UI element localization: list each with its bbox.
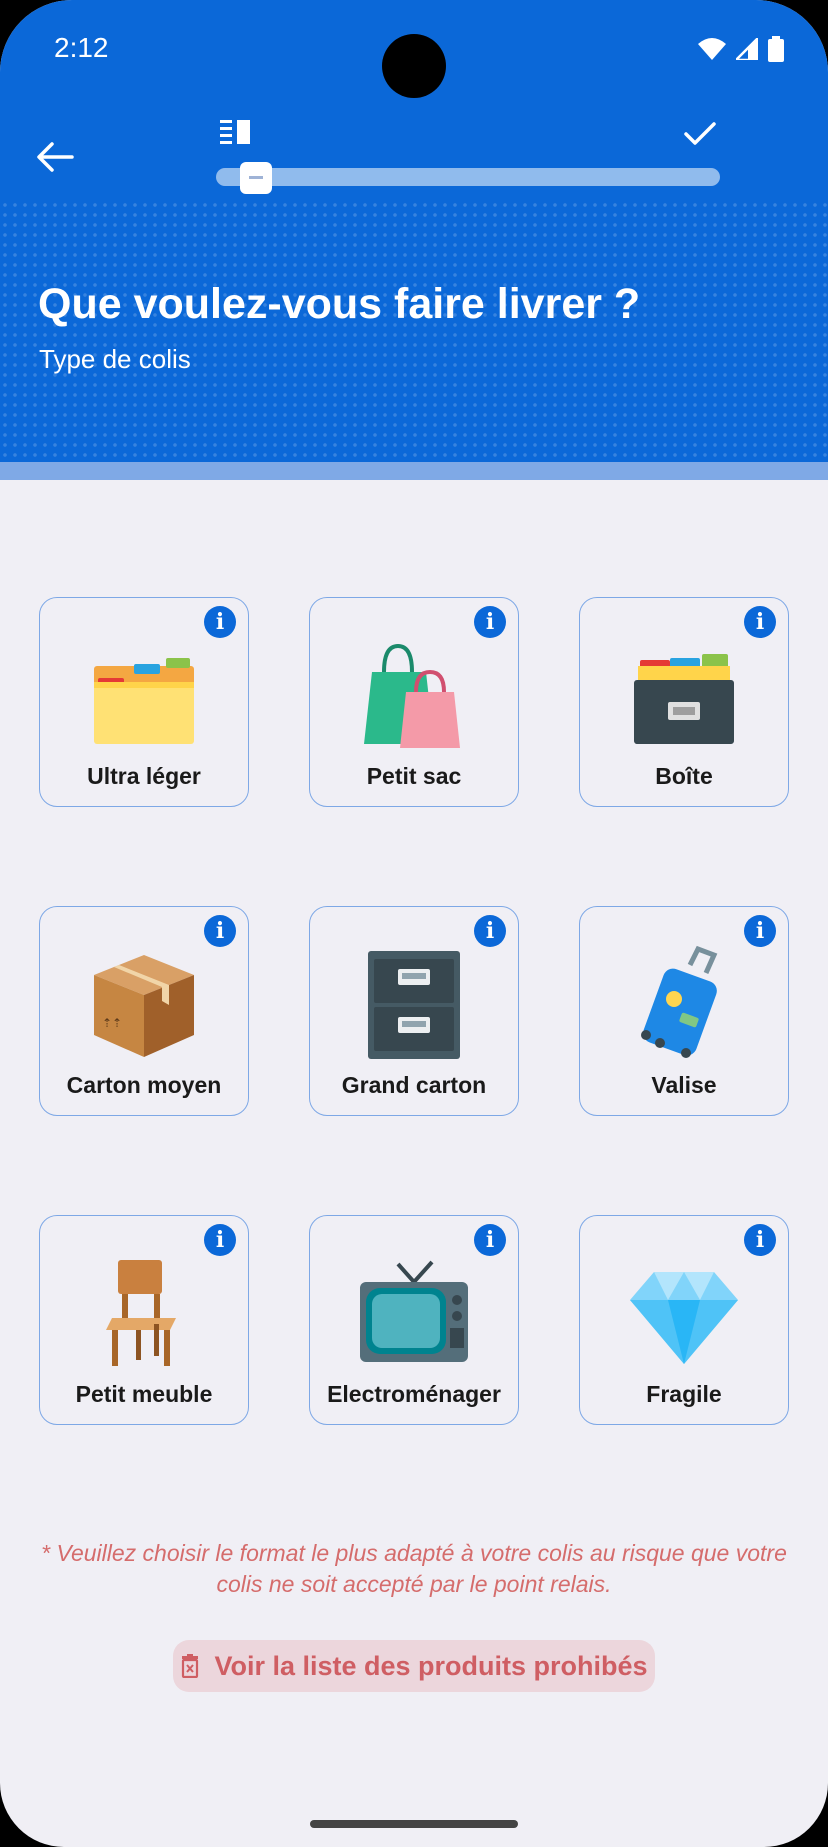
header: 2:12 Que voulez-vous faire livrer ? Type… xyxy=(0,0,828,462)
format-warning-note: * Veuillez choisir le format le plus ada… xyxy=(41,1540,787,1597)
card-label: Petit sac xyxy=(366,763,462,789)
prohibited-products-button[interactable]: Voir la liste des produits prohibés xyxy=(173,1640,655,1692)
luggage-icon xyxy=(641,945,718,1058)
wifi-icon xyxy=(698,38,726,60)
signal-icon xyxy=(736,38,758,60)
progress-track xyxy=(216,168,720,186)
info-icon[interactable]: i xyxy=(474,606,506,638)
progress-thumb xyxy=(239,162,272,194)
card-label: Ultra léger xyxy=(87,763,201,789)
card-boite[interactable]: i Boîte xyxy=(579,597,789,807)
television-icon xyxy=(360,1260,468,1362)
card-label: Grand carton xyxy=(341,1072,487,1098)
file-cabinet-icon xyxy=(368,951,460,1059)
card-valise[interactable]: i Valise xyxy=(579,906,789,1116)
info-icon[interactable]: i xyxy=(204,915,236,947)
folder-icon xyxy=(94,658,194,744)
list-step-icon xyxy=(220,120,250,144)
home-indicator[interactable] xyxy=(310,1820,518,1828)
card-label: Carton moyen xyxy=(66,1072,222,1098)
card-label: Fragile xyxy=(646,1381,722,1407)
svg-text:⇡⇡: ⇡⇡ xyxy=(102,1016,122,1030)
page-subtitle: Type de colis xyxy=(39,344,191,374)
card-electromenager[interactable]: i Electroménager xyxy=(309,1215,519,1425)
status-icons xyxy=(698,36,784,62)
card-label: Boîte xyxy=(655,763,713,789)
page-title: Que voulez-vous faire livrer ? xyxy=(38,280,641,328)
card-ultra-leger[interactable]: i Ultra léger xyxy=(39,597,249,807)
gem-icon xyxy=(630,1272,738,1364)
card-label: Petit meuble xyxy=(75,1381,213,1407)
info-icon[interactable]: i xyxy=(474,1224,506,1256)
status-time: 2:12 xyxy=(54,32,109,63)
card-fragile[interactable]: i Fragile xyxy=(579,1215,789,1425)
card-grand-carton[interactable]: i Grand carton xyxy=(309,906,519,1116)
card-carton-moyen[interactable]: i ⇡⇡ Carton moyen xyxy=(39,906,249,1116)
card-petit-sac[interactable]: i Petit sac xyxy=(309,597,519,807)
camera-cutout xyxy=(382,34,446,98)
back-arrow-icon[interactable] xyxy=(32,134,78,180)
trash-icon xyxy=(182,1654,199,1678)
card-file-box-icon xyxy=(634,654,734,744)
info-icon[interactable]: i xyxy=(744,606,776,638)
shopping-bags-icon xyxy=(364,643,460,748)
card-petit-meuble[interactable]: i Petit meuble xyxy=(39,1215,249,1425)
chair-icon xyxy=(106,1260,176,1366)
header-texture xyxy=(0,200,828,462)
info-icon[interactable]: i xyxy=(744,1224,776,1256)
status-bar: 2:12 xyxy=(0,0,828,100)
app-screen: 2:12 Que voulez-vous faire livrer ? Type… xyxy=(0,0,828,1847)
info-icon[interactable]: i xyxy=(744,915,776,947)
header-bottom-strip xyxy=(0,462,828,480)
battery-icon xyxy=(768,36,784,62)
info-icon[interactable]: i xyxy=(204,1224,236,1256)
info-icon[interactable]: i xyxy=(204,606,236,638)
card-label: Electroménager xyxy=(327,1381,501,1407)
card-label: Valise xyxy=(651,1072,717,1098)
info-icon[interactable]: i xyxy=(474,915,506,947)
check-icon[interactable] xyxy=(682,116,718,152)
prohibited-products-label: Voir la liste des produits prohibés xyxy=(214,1650,648,1681)
package-icon: ⇡⇡ xyxy=(94,955,194,1057)
